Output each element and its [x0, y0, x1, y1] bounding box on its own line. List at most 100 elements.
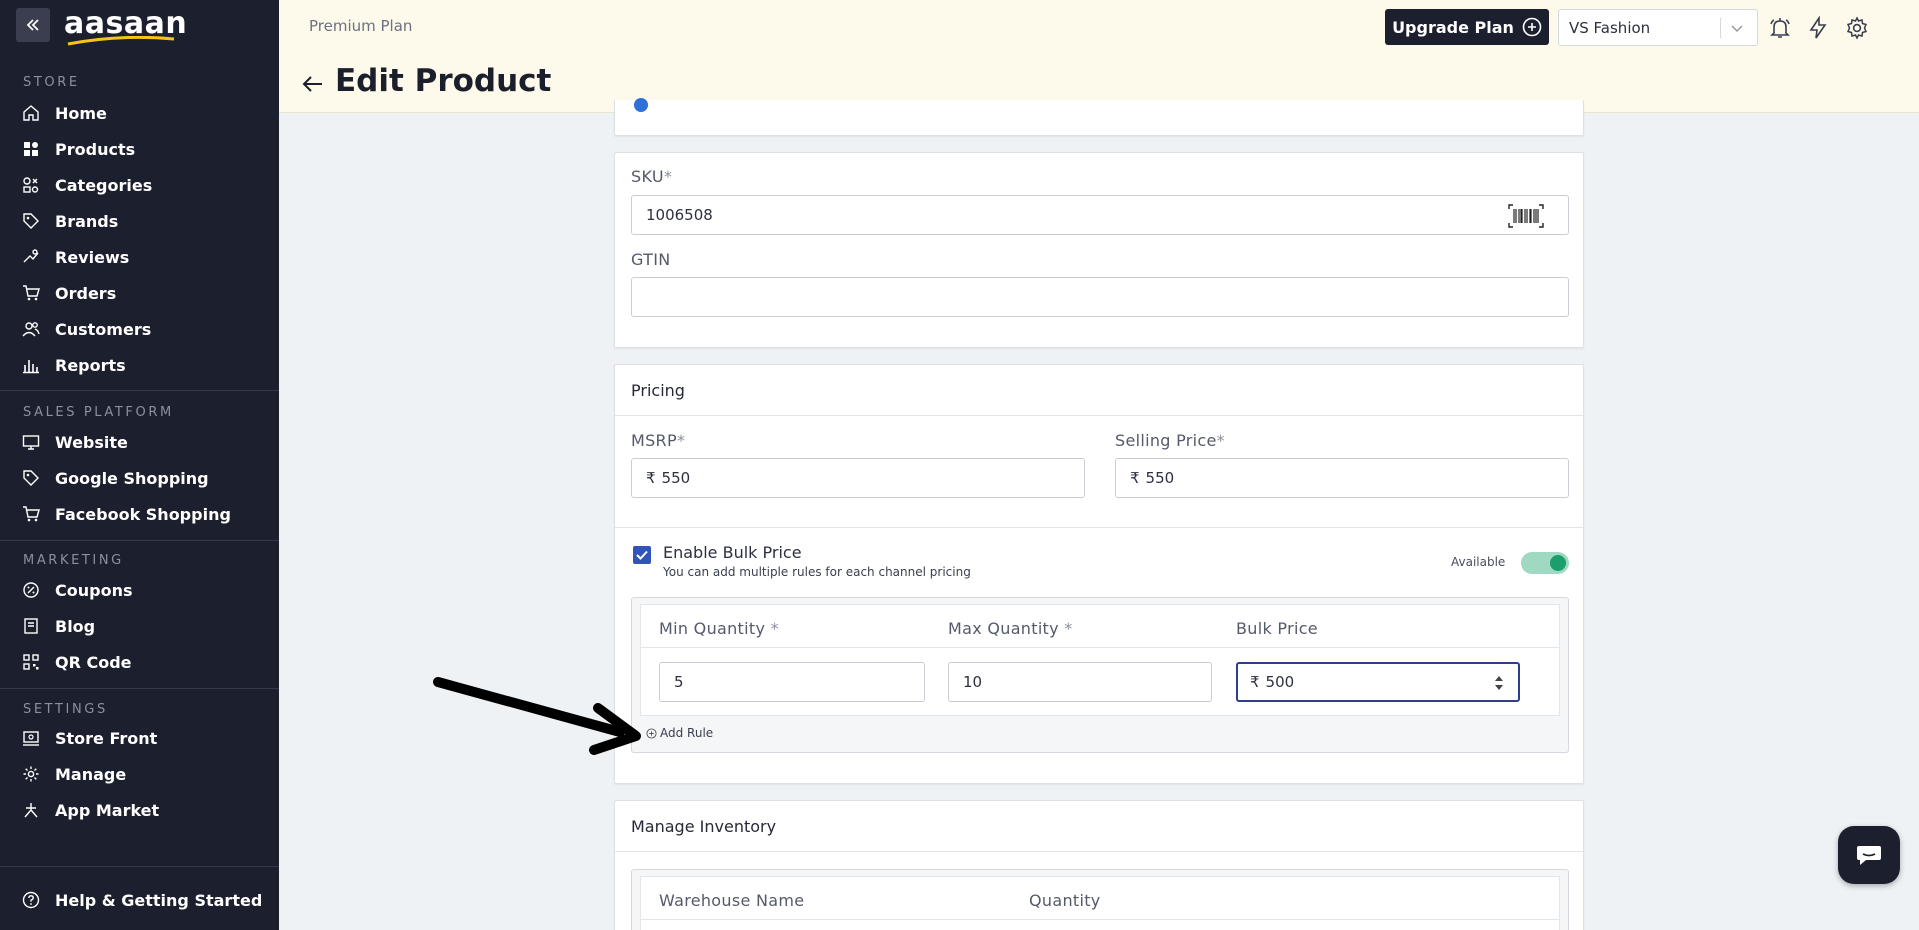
- tag-icon: [22, 469, 40, 487]
- cart-icon: [22, 284, 40, 302]
- sidebar-item-manage[interactable]: Manage: [22, 760, 126, 788]
- sidebar-item-website[interactable]: Website: [22, 428, 128, 456]
- sidebar-item-label: Reports: [55, 355, 126, 375]
- collapse-sidebar-button[interactable]: [16, 8, 50, 42]
- bulk-price-input[interactable]: ₹ 500: [1236, 662, 1520, 702]
- sidebar-item-brands[interactable]: Brands: [22, 207, 118, 235]
- sku-value: 1006508: [646, 206, 713, 224]
- bulk-price-help: You can add multiple rules for each chan…: [663, 565, 971, 579]
- plan-label: Premium Plan: [309, 17, 413, 35]
- checkmark-icon: [636, 550, 648, 560]
- sidebar-item-reviews[interactable]: Reviews: [22, 243, 129, 271]
- pricing-title: Pricing: [631, 381, 685, 400]
- sidebar-item-google-shopping[interactable]: Google Shopping: [22, 464, 209, 492]
- sidebar-item-label: App Market: [55, 800, 160, 820]
- settings-gear-icon[interactable]: [1845, 16, 1869, 40]
- max-quantity-input[interactable]: 10: [948, 662, 1212, 702]
- available-label: Available: [1451, 555, 1506, 569]
- bulk-price-header: Bulk Price: [1236, 619, 1318, 638]
- double-chevron-left-icon: [26, 19, 39, 31]
- upgrade-plan-button[interactable]: Upgrade Plan: [1385, 9, 1549, 45]
- bulk-price-label: Enable Bulk Price: [663, 543, 802, 562]
- bulk-price-checkbox[interactable]: [633, 546, 651, 564]
- sidebar-item-label: QR Code: [55, 652, 132, 672]
- sku-card: SKU* 1006508 GTIN: [614, 152, 1584, 348]
- sidebar-item-label: Blog: [55, 616, 96, 636]
- monitor-icon: [22, 433, 40, 451]
- section-settings: SETTINGS: [23, 702, 108, 717]
- divider: [615, 527, 1583, 528]
- qr-code-icon: [22, 653, 40, 671]
- sidebar-divider: [0, 390, 279, 391]
- divider: [641, 919, 1559, 920]
- aasaan-logo[interactable]: aasaan: [64, 6, 187, 46]
- sidebar-item-orders[interactable]: Orders: [22, 279, 116, 307]
- sidebar-item-customers[interactable]: Customers: [22, 315, 151, 343]
- sidebar-item-store-front[interactable]: Store Front: [22, 724, 157, 752]
- sidebar-item-help[interactable]: Help & Getting Started: [22, 886, 262, 914]
- sidebar-item-categories[interactable]: Categories: [22, 171, 152, 199]
- sidebar-item-label: Home: [55, 103, 107, 123]
- select-separator: [1720, 18, 1721, 38]
- min-quantity-value: 5: [674, 673, 684, 691]
- sidebar-item-qr-code[interactable]: QR Code: [22, 648, 132, 676]
- bulk-rules-table: Min Quantity * Max Quantity * Bulk Price…: [640, 604, 1560, 716]
- sidebar-item-facebook-shopping[interactable]: Facebook Shopping: [22, 500, 231, 528]
- store-select[interactable]: VS Fashion: [1558, 9, 1758, 46]
- lightning-icon[interactable]: [1806, 16, 1830, 40]
- sidebar-item-label: Facebook Shopping: [55, 504, 231, 524]
- sidebar-item-label: Customers: [55, 319, 152, 339]
- app-market-icon: [22, 801, 40, 819]
- chat-bubble-icon: [1857, 846, 1881, 865]
- quantity-header: Quantity: [1029, 891, 1101, 910]
- available-toggle[interactable]: [1521, 552, 1569, 574]
- inventory-table: Warehouse Name Quantity: [640, 876, 1560, 930]
- sidebar-item-label: Website: [55, 432, 128, 452]
- sidebar-item-home[interactable]: Home: [22, 99, 107, 127]
- rupee-symbol: ₹: [1250, 673, 1260, 691]
- max-quantity-header: Max Quantity *: [948, 619, 1073, 638]
- selling-price-label: Selling Price*: [1115, 431, 1225, 450]
- msrp-input[interactable]: ₹ 550: [631, 458, 1085, 498]
- store-select-value: VS Fashion: [1569, 18, 1651, 37]
- inventory-title: Manage Inventory: [631, 817, 777, 836]
- sidebar-item-coupons[interactable]: Coupons: [22, 576, 132, 604]
- barcode-icon[interactable]: [1508, 204, 1544, 228]
- sidebar-item-label: Products: [55, 139, 136, 159]
- sidebar-item-label: Brands: [55, 211, 119, 231]
- gear-icon: [22, 765, 40, 783]
- divider: [615, 851, 1583, 852]
- back-arrow-icon[interactable]: [301, 72, 325, 96]
- inventory-panel: Warehouse Name Quantity: [631, 869, 1569, 930]
- sidebar-item-label: Coupons: [55, 580, 133, 600]
- previous-card: [614, 97, 1584, 136]
- plus-circle-icon: [1522, 17, 1542, 37]
- selling-price-value: 550: [1145, 469, 1175, 487]
- sidebar-item-products[interactable]: Products: [22, 135, 135, 163]
- min-quantity-input[interactable]: 5: [659, 662, 925, 702]
- sidebar-item-label: Orders: [55, 283, 117, 303]
- sku-label: SKU*: [631, 167, 673, 186]
- sidebar-item-app-market[interactable]: App Market: [22, 796, 159, 824]
- sidebar-item-reports[interactable]: Reports: [22, 351, 126, 379]
- sidebar-item-blog[interactable]: Blog: [22, 612, 95, 640]
- home-icon: [22, 104, 40, 122]
- inventory-card: Manage Inventory Warehouse Name Quantity: [614, 800, 1584, 930]
- sku-input[interactable]: 1006508: [631, 195, 1569, 235]
- chat-support-button[interactable]: [1838, 826, 1900, 884]
- sidebar-item-label: Store Front: [55, 728, 158, 748]
- book-icon: [22, 617, 40, 635]
- gtin-input[interactable]: [631, 277, 1569, 317]
- store-front-icon: [22, 729, 40, 747]
- section-sales-platform: SALES PLATFORM: [23, 405, 174, 420]
- toggle-knob: [1550, 555, 1566, 571]
- products-grid-icon: [22, 140, 40, 158]
- coupon-icon: [22, 581, 40, 599]
- selling-price-input[interactable]: ₹ 550: [1115, 458, 1569, 498]
- bell-icon[interactable]: [1768, 16, 1792, 40]
- reviews-icon: [22, 248, 40, 266]
- top-bar: Premium Plan Edit Product Upgrade Plan V…: [279, 0, 1919, 113]
- number-spinner-icon[interactable]: [1494, 674, 1504, 692]
- radio-selected-icon[interactable]: [633, 97, 649, 113]
- tag-icon: [22, 212, 40, 230]
